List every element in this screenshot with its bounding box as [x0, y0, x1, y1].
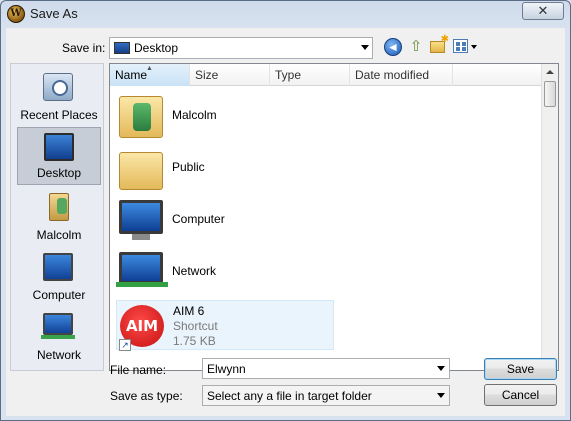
item-name: Public [172, 160, 205, 174]
dialog-client-area: Save in: Desktop ◄ ⇧ Recent Places Deskt… [6, 28, 565, 416]
network-icon [116, 252, 168, 287]
column-header-name[interactable]: ▲ Name [110, 64, 190, 86]
item-type: Shortcut [173, 319, 218, 333]
shortcut-arrow-icon: ↗ [119, 339, 131, 351]
folder-icon [119, 152, 163, 190]
save-in-label: Save in: [62, 41, 106, 55]
user-folder-icon [119, 96, 163, 138]
list-item[interactable]: Network [116, 248, 416, 298]
column-header-date-modified[interactable]: Date modified [350, 64, 453, 86]
place-label: Network [36, 348, 81, 362]
cancel-button[interactable]: Cancel [484, 384, 557, 406]
save-in-value: Desktop [134, 41, 179, 55]
column-header-type[interactable]: Type [270, 64, 350, 86]
close-button[interactable]: ✕ [522, 2, 564, 20]
column-header-size[interactable]: Size [190, 64, 270, 86]
sort-ascending-icon: ▲ [146, 65, 153, 72]
column-header-label: Name [115, 68, 148, 82]
desktop-icon [44, 133, 74, 161]
save-button[interactable]: Save [484, 358, 557, 380]
item-size: 1.75 KB [173, 334, 216, 348]
list-item[interactable]: Computer [116, 196, 416, 246]
desktop-icon [114, 42, 130, 54]
place-network[interactable]: Network [17, 308, 101, 366]
chevron-down-icon[interactable] [437, 393, 445, 398]
place-label: Desktop [36, 166, 82, 180]
user-folder-icon [49, 193, 69, 221]
save-as-type-label: Save as type: [110, 389, 183, 403]
place-desktop[interactable]: Desktop [17, 127, 101, 185]
file-name-label: File name: [110, 363, 167, 377]
file-name-input[interactable]: Elwynn [202, 358, 450, 379]
list-item[interactable]: Public [116, 144, 416, 194]
computer-icon [119, 200, 163, 240]
views-dropdown-arrow-icon[interactable] [471, 45, 477, 49]
save-as-type-value: Select any a file in target folder [207, 389, 372, 403]
recent-places-icon [43, 73, 73, 101]
save-as-type-dropdown[interactable]: Select any a file in target folder [202, 385, 450, 406]
window-title: Save As [30, 6, 78, 21]
item-name: AIM 6 [173, 304, 205, 318]
places-bar: Recent Places Desktop Malcolm Computer N… [10, 63, 104, 371]
place-malcolm[interactable]: Malcolm [17, 188, 101, 246]
item-name: Computer [172, 212, 225, 226]
save-in-dropdown[interactable]: Desktop [109, 37, 373, 59]
chevron-down-icon[interactable] [361, 45, 369, 50]
place-label: Malcolm [36, 228, 82, 242]
place-recent-places[interactable]: Recent Places [17, 68, 101, 126]
network-icon [41, 313, 75, 339]
item-name: Network [172, 264, 217, 278]
save-as-dialog: W Save As ✕ Save in: Desktop ◄ ⇧ Recent … [0, 0, 571, 421]
place-label: Computer [32, 288, 86, 302]
item-name: Malcolm [172, 108, 217, 122]
column-header-row: ▲ Name Size Type Date modified [110, 64, 542, 86]
back-arrow-icon[interactable]: ◄ [384, 38, 402, 56]
file-list-view[interactable]: ▲ Name Size Type Date modified Malcolm P… [109, 63, 559, 371]
scroll-thumb[interactable] [544, 81, 556, 107]
list-item[interactable]: Malcolm [116, 92, 416, 142]
chevron-down-icon[interactable] [437, 366, 445, 371]
new-folder-icon[interactable] [430, 34, 449, 53]
computer-icon [43, 253, 73, 281]
up-folder-icon[interactable]: ⇧ [407, 38, 425, 56]
file-name-value: Elwynn [207, 362, 246, 376]
list-item[interactable]: AIM ↗ AIM 6 Shortcut 1.75 KB [116, 300, 334, 351]
vertical-scrollbar[interactable] [541, 64, 558, 370]
place-computer[interactable]: Computer [17, 248, 101, 306]
title-bar[interactable]: W Save As ✕ [1, 1, 570, 27]
place-label: Recent Places [20, 108, 98, 122]
views-menu-icon[interactable] [453, 39, 468, 53]
wow-app-icon: W [7, 5, 25, 23]
scroll-up-icon[interactable] [546, 70, 554, 74]
